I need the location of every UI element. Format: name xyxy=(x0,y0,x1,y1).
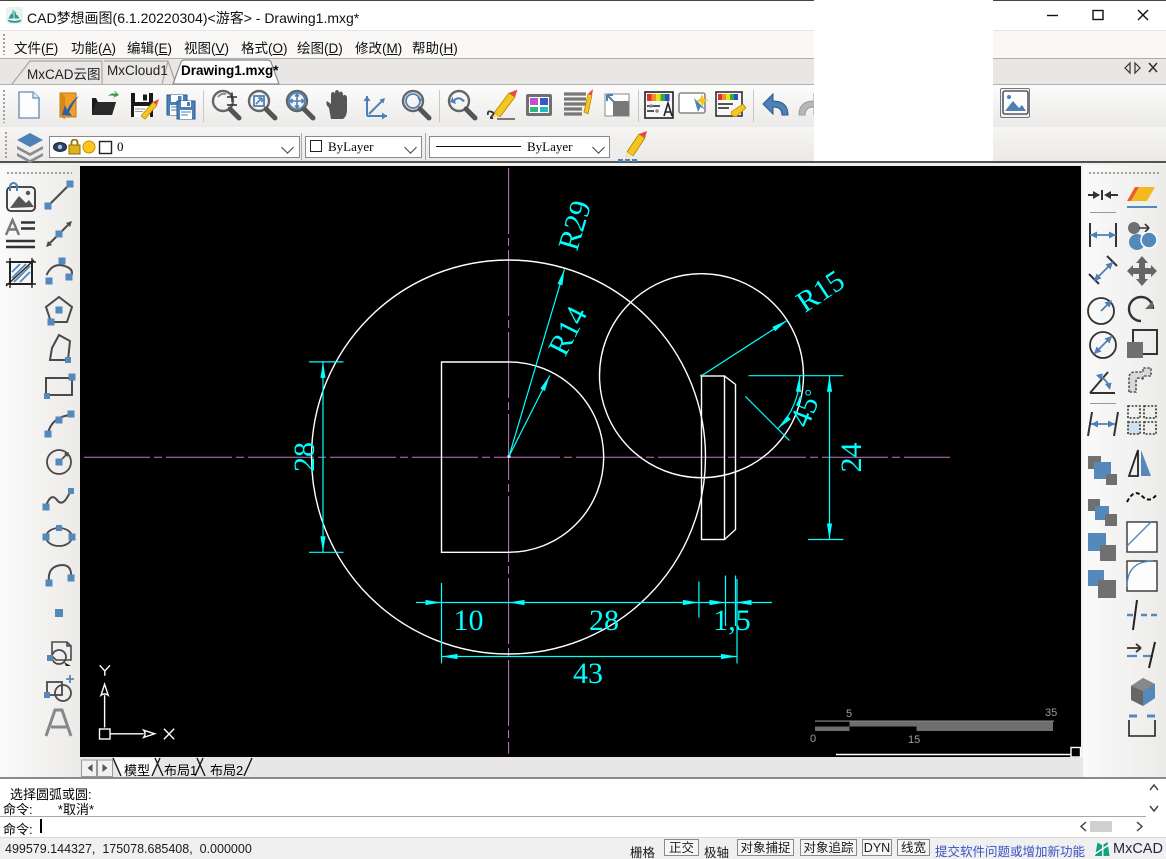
svg-text:10: 10 xyxy=(454,604,484,637)
svg-text:35: 35 xyxy=(1045,707,1057,719)
svg-text:24: 24 xyxy=(835,443,868,473)
svg-text:28: 28 xyxy=(288,442,321,472)
svg-text:R15: R15 xyxy=(791,264,851,319)
svg-text:5: 5 xyxy=(846,708,852,720)
svg-text:R14: R14 xyxy=(542,301,594,361)
svg-text:28: 28 xyxy=(589,604,619,637)
svg-text:R29: R29 xyxy=(552,197,598,254)
svg-text:43: 43 xyxy=(573,657,603,690)
svg-text:1,5: 1,5 xyxy=(713,604,751,637)
svg-text:15: 15 xyxy=(908,734,920,746)
svg-text:0: 0 xyxy=(810,733,816,745)
